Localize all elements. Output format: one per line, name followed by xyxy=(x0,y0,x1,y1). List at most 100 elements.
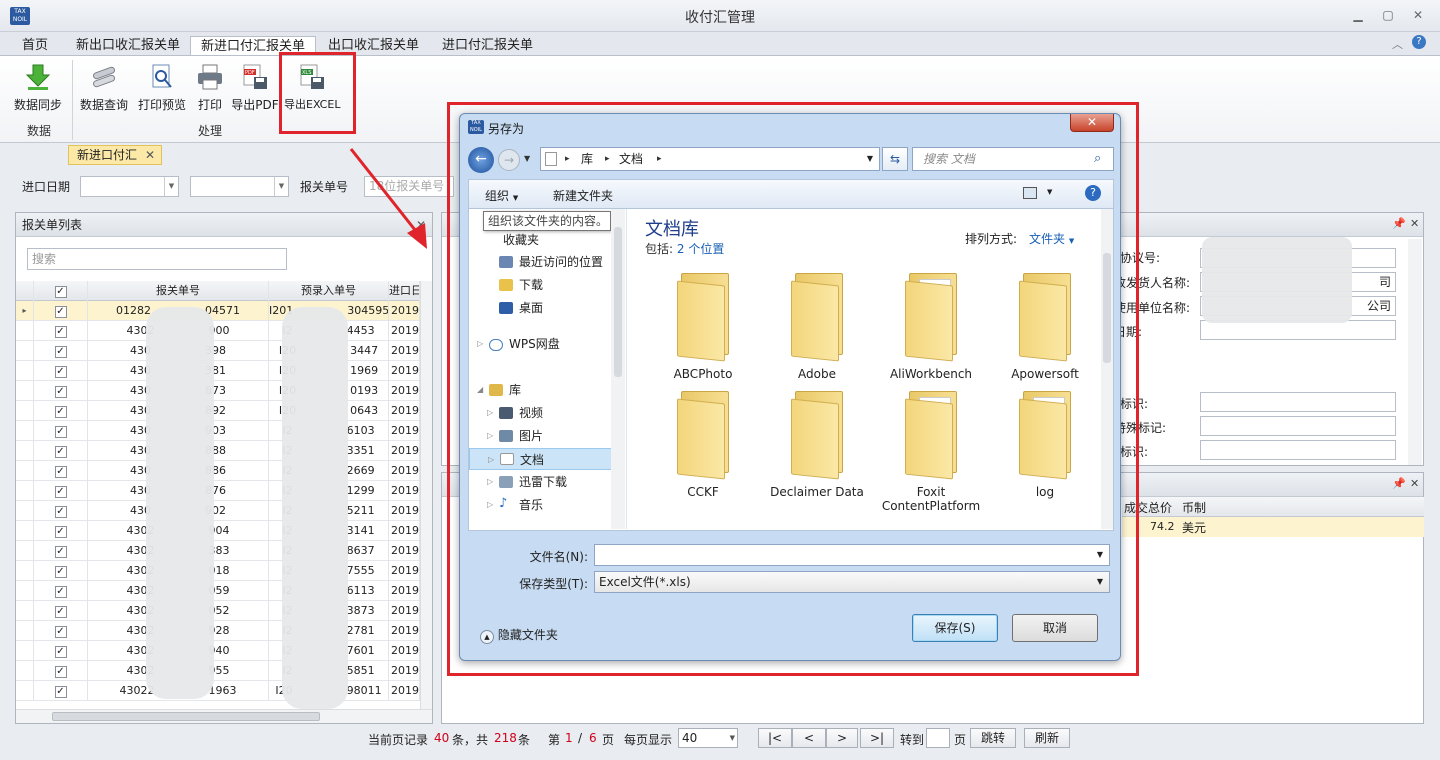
row-checkbox[interactable]: ✓ xyxy=(34,581,88,601)
chevron-down-icon[interactable]: ▼ xyxy=(867,148,873,170)
table-row[interactable]: ✓430873I2001932019-0 xyxy=(16,381,420,401)
folder-item[interactable]: log xyxy=(991,387,1099,499)
row-checkbox[interactable]: ✓ xyxy=(34,621,88,641)
help-icon[interactable]: ? xyxy=(1412,35,1426,49)
search-input[interactable]: 搜索 xyxy=(27,248,287,270)
row-checkbox[interactable]: ✓ xyxy=(34,301,88,321)
row-checkbox[interactable]: ✓ xyxy=(34,661,88,681)
pin-icon[interactable]: 📌 xyxy=(1392,217,1406,230)
nav-thunder[interactable]: ▷ 迅雷下载 xyxy=(469,471,619,493)
close-icon[interactable]: ✕ xyxy=(1410,8,1426,22)
search-input[interactable]: 搜索 文档 xyxy=(912,147,1114,171)
table-row[interactable]: ✓4302383I286372019-0 xyxy=(16,541,420,561)
next-page-button[interactable]: > xyxy=(826,728,858,748)
table-row[interactable]: ✓4302018I275552019-0 xyxy=(16,561,420,581)
goto-button[interactable]: 跳转 xyxy=(970,728,1016,748)
vertical-scrollbar[interactable] xyxy=(611,209,625,529)
folder-item[interactable]: AliWorkbench xyxy=(877,269,985,381)
table-row[interactable]: ✓4302904I231412019-0 xyxy=(16,521,420,541)
query-button[interactable]: 数据查询 xyxy=(76,62,132,118)
organize-button[interactable]: 组织 ▼ xyxy=(485,187,518,204)
goto-page-input[interactable] xyxy=(926,728,950,748)
new-folder-button[interactable]: 新建文件夹 xyxy=(553,187,613,204)
table-row[interactable]: ✓4302059I261132019-0 xyxy=(16,581,420,601)
chevron-down-icon[interactable]: ▼ xyxy=(274,177,288,196)
col-import-date[interactable]: 进口日 xyxy=(389,281,420,301)
horizontal-scrollbar[interactable] xyxy=(16,709,432,723)
search-icon[interactable]: ⌕ xyxy=(1094,151,1101,166)
tab-home[interactable]: 首页 xyxy=(12,36,58,56)
filetype-select[interactable]: Excel文件(*.xls) ▼ xyxy=(594,571,1110,593)
nav-favorites[interactable]: 收藏夹 xyxy=(469,229,619,251)
nav-library[interactable]: ◢ 库 xyxy=(469,379,619,401)
nav-music[interactable]: ▷ ♪ 音乐 xyxy=(469,494,619,516)
refresh-button[interactable]: 刷新 xyxy=(1024,728,1070,748)
close-panel-icon[interactable]: ✕ xyxy=(1410,217,1419,230)
collapse-ribbon-icon[interactable]: ︿ xyxy=(1392,36,1403,52)
row-checkbox[interactable]: ✓ xyxy=(34,441,88,461)
table-row[interactable]: ✓430903I261032019-0 xyxy=(16,421,420,441)
dialog-close-icon[interactable]: ✕ xyxy=(1070,114,1114,132)
row-checkbox[interactable]: ✓ xyxy=(34,561,88,581)
locations-link[interactable]: 2 个位置 xyxy=(677,242,724,256)
first-page-button[interactable]: |< xyxy=(758,728,792,748)
table-row[interactable]: ✓4302928I227812019-0 xyxy=(16,621,420,641)
row-checkbox[interactable]: ✓ xyxy=(34,601,88,621)
tab-new-export[interactable]: 新出口收汇报关单 xyxy=(66,36,190,56)
row-checkbox[interactable]: ✓ xyxy=(34,421,88,441)
minimize-icon[interactable]: ▁ xyxy=(1350,8,1366,22)
sort-dropdown[interactable]: 文件夹 ▼ xyxy=(1029,230,1074,247)
cancel-button[interactable]: 取消 xyxy=(1012,614,1098,642)
chevron-down-icon[interactable]: ▼ xyxy=(1047,188,1052,196)
tab-import[interactable]: 进口付汇报关单 xyxy=(432,36,543,56)
vertical-scrollbar[interactable] xyxy=(420,281,432,709)
address-bar[interactable]: ▸ 库 ▸ 文档 ▸ ▼ xyxy=(540,147,880,171)
nav-recent[interactable]: 最近访问的位置 xyxy=(469,251,619,273)
breadcrumb-library[interactable]: 库 xyxy=(581,148,593,170)
row-checkbox[interactable]: ✓ xyxy=(34,381,88,401)
row-checkbox[interactable]: ✓ xyxy=(34,521,88,541)
help-icon[interactable]: ? xyxy=(1085,185,1101,201)
table-row[interactable]: ▸✓0128204571I2013045952019-0 xyxy=(16,301,420,321)
folder-item[interactable]: CCKF xyxy=(649,387,757,499)
back-arrow-icon[interactable]: ← xyxy=(468,147,494,173)
row-checkbox[interactable]: ✓ xyxy=(34,341,88,361)
folder-item[interactable]: Adobe xyxy=(763,269,871,381)
history-dropdown-icon[interactable]: ▼ xyxy=(524,154,530,163)
nav-downloads[interactable]: 下载 xyxy=(469,274,619,296)
table-row[interactable]: ✓430892I2006432019-0 xyxy=(16,401,420,421)
nav-wps[interactable]: ▷ WPS网盘 xyxy=(469,333,619,355)
row-checkbox[interactable]: ✓ xyxy=(34,541,88,561)
filename-input[interactable]: ▼ xyxy=(594,544,1110,566)
nav-documents[interactable]: ▷ 文档 xyxy=(469,448,619,470)
nav-pictures[interactable]: ▷ 图片 xyxy=(469,425,619,447)
table-row[interactable]: ✓430398I2034472019-0 xyxy=(16,341,420,361)
table-row[interactable]: ✓430381I2019692019-0 xyxy=(16,361,420,381)
table-row[interactable]: ✓430888I233512019-0 xyxy=(16,441,420,461)
select-all-checkbox[interactable]: ✓ xyxy=(34,281,88,301)
row-checkbox[interactable]: ✓ xyxy=(34,461,88,481)
nav-desktop[interactable]: 桌面 xyxy=(469,297,619,319)
special-mark-field[interactable] xyxy=(1200,416,1396,436)
table-row[interactable]: ✓4302052I238732019-0 xyxy=(16,601,420,621)
flag2-field[interactable] xyxy=(1200,440,1396,460)
folder-item[interactable]: ABCPhoto xyxy=(649,269,757,381)
folder-item[interactable]: Foxit ContentPlatform xyxy=(877,387,985,513)
date-from-input[interactable]: ▼ xyxy=(80,176,179,197)
maximize-icon[interactable]: ▢ xyxy=(1380,8,1396,22)
export-pdf-button[interactable]: PDF 导出PDF xyxy=(227,62,283,118)
prev-page-button[interactable]: < xyxy=(792,728,826,748)
table-row[interactable]: ✓430876I212992019-0 xyxy=(16,481,420,501)
last-page-button[interactable]: >| xyxy=(860,728,894,748)
close-panel-icon[interactable]: ✕ xyxy=(1410,477,1419,490)
pin-icon[interactable]: 📌 xyxy=(1392,477,1406,490)
sync-button[interactable]: 数据同步 xyxy=(10,62,66,118)
col-pre-entry-no[interactable]: 预录入单号 xyxy=(269,281,389,301)
forward-arrow-icon[interactable]: → xyxy=(498,149,520,171)
table-row[interactable]: ✓430221963I20980112019-0 xyxy=(16,681,420,701)
table-row[interactable]: ✓4302955I258512019-0 xyxy=(16,661,420,681)
row-checkbox[interactable]: ✓ xyxy=(34,641,88,661)
per-page-select[interactable]: 40 ▼ xyxy=(678,728,738,748)
col-currency[interactable]: 币制 xyxy=(1182,499,1206,516)
save-button[interactable]: 保存(S) xyxy=(912,614,998,642)
